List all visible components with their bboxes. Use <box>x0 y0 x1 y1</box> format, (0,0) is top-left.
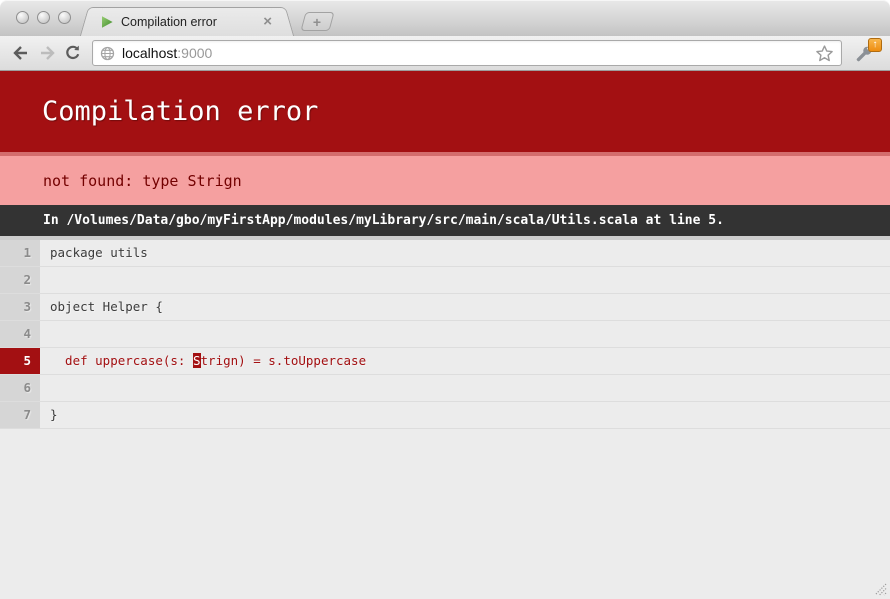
up-arrow-icon: ↑ <box>873 40 878 50</box>
tab-title: Compilation error <box>121 15 261 29</box>
browser-window: Compilation error × + <box>0 0 890 599</box>
source-location: In /Volumes/Data/gbo/myFirstApp/modules/… <box>0 205 890 236</box>
line-number: 5 <box>0 348 40 374</box>
error-detail: not found: type Strign <box>0 152 890 205</box>
code-listing: 1 package utils 2 3 object Helper { 4 5 … <box>0 236 890 429</box>
play-favicon-icon <box>100 15 114 29</box>
line-code <box>40 375 890 401</box>
line-code: object Helper { <box>40 294 890 320</box>
code-line: 6 <box>0 375 890 402</box>
line-number: 6 <box>0 375 40 401</box>
forward-button[interactable] <box>34 40 60 66</box>
reload-button[interactable] <box>60 40 86 66</box>
browser-toolbar: localhost:9000 ↑ <box>0 36 890 71</box>
line-code <box>40 321 890 347</box>
tab-bar: Compilation error × + <box>0 0 890 36</box>
line-number: 2 <box>0 267 40 293</box>
update-badge: ↑ <box>868 38 882 52</box>
window-zoom-button[interactable] <box>58 11 71 24</box>
url-host: localhost <box>122 45 177 61</box>
code-line: 2 <box>0 267 890 294</box>
tab-compilation-error[interactable]: Compilation error × <box>92 7 282 36</box>
window-controls <box>16 11 71 24</box>
plus-icon: + <box>313 15 321 29</box>
line-number: 3 <box>0 294 40 320</box>
code-line: 4 <box>0 321 890 348</box>
back-button[interactable] <box>8 40 34 66</box>
window-close-button[interactable] <box>16 11 29 24</box>
line-code <box>40 267 890 293</box>
code-before-marker: def uppercase(s: <box>50 353 193 368</box>
url-port: :9000 <box>177 45 212 61</box>
url-text[interactable]: localhost:9000 <box>122 45 815 61</box>
line-code: def uppercase(s: Strign) = s.toUppercase <box>40 348 890 374</box>
forward-arrow-icon <box>38 45 56 61</box>
address-bar[interactable]: localhost:9000 <box>92 40 842 66</box>
code-line: 7 } <box>0 402 890 429</box>
line-code: package utils <box>40 240 890 266</box>
code-after-marker: trign) = s.toUppercase <box>201 353 367 368</box>
window-minimize-button[interactable] <box>37 11 50 24</box>
code-line-error: 5 def uppercase(s: Strign) = s.toUpperca… <box>0 348 890 375</box>
reload-icon <box>64 44 82 62</box>
code-line: 1 package utils <box>0 240 890 267</box>
new-tab-button[interactable]: + <box>300 12 334 31</box>
resize-grip[interactable] <box>871 580 887 596</box>
back-arrow-icon <box>12 45 30 61</box>
code-line: 3 object Helper { <box>0 294 890 321</box>
page-title: Compilation error <box>0 71 890 152</box>
globe-icon <box>100 46 115 61</box>
line-code: } <box>40 402 890 428</box>
line-number: 4 <box>0 321 40 347</box>
tab-close-icon[interactable]: × <box>261 15 274 29</box>
error-marker: S <box>193 353 201 368</box>
error-page: Compilation error not found: type Strign… <box>0 71 890 599</box>
line-number: 1 <box>0 240 40 266</box>
bookmark-star-icon[interactable] <box>815 44 834 63</box>
menu-wrench-button[interactable]: ↑ <box>850 37 882 69</box>
line-number: 7 <box>0 402 40 428</box>
